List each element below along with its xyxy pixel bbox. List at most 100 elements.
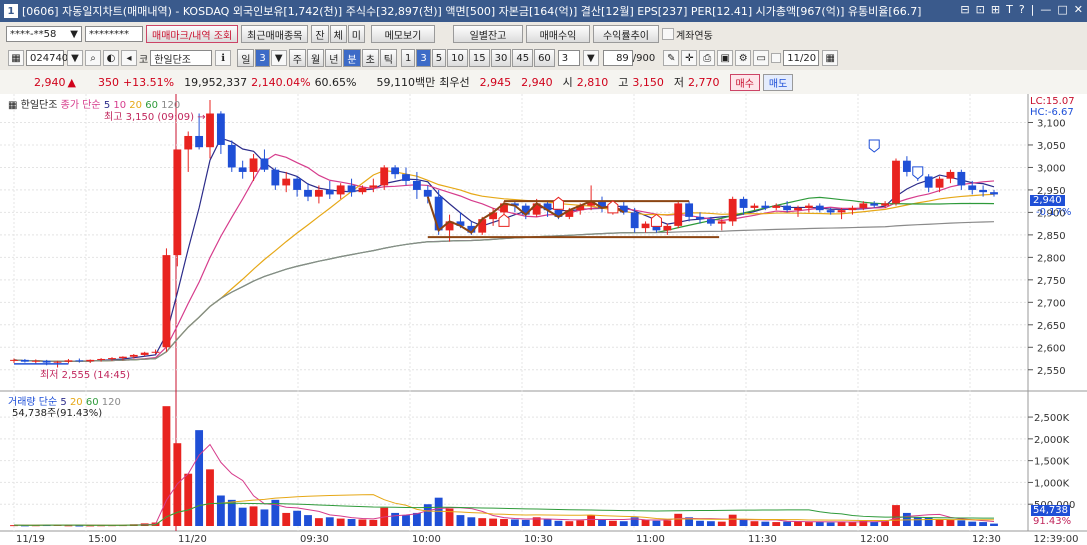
open-label: 시 xyxy=(562,76,573,89)
print-icon[interactable]: ⎙ xyxy=(699,50,716,66)
account-link-checkbox[interactable] xyxy=(661,28,674,40)
unexecuted-button[interactable]: 미 xyxy=(347,25,365,43)
candle-body xyxy=(761,205,770,208)
drawing-tool-icon[interactable]: ✎ xyxy=(663,50,680,66)
candle-body xyxy=(249,158,258,172)
info-icon[interactable]: ℹ xyxy=(215,50,232,66)
account-link-label: 계좌연동 xyxy=(675,30,713,42)
date-range-icon[interactable]: ▭ xyxy=(753,50,770,66)
buy-button[interactable]: 매수 xyxy=(729,73,760,91)
candle-body xyxy=(358,187,367,193)
period-second[interactable]: 초 xyxy=(361,49,379,67)
candle-body xyxy=(848,207,857,211)
candle-body xyxy=(391,167,400,175)
chart-menu-icon[interactable]: ▦ xyxy=(8,50,24,66)
price-tick-label: 3,000 xyxy=(1037,163,1066,174)
layout-icon[interactable]: ⊟ xyxy=(960,3,969,16)
candle-body xyxy=(837,210,846,213)
x-axis-label: 12:30 xyxy=(972,534,1001,545)
period-minute[interactable]: 분 xyxy=(343,49,361,67)
last-price-badge: 2,940 xyxy=(1030,195,1065,206)
candle-body xyxy=(739,198,748,208)
interval-input[interactable]: 3 xyxy=(557,50,580,66)
volume-bar xyxy=(848,522,857,526)
candle-body xyxy=(64,360,73,362)
interval-dropdown-icon[interactable]: ▼ xyxy=(582,50,599,66)
low-price: 2,770 xyxy=(688,75,720,89)
font-icon[interactable]: T xyxy=(1006,3,1013,16)
candle-body xyxy=(434,196,443,231)
period-year[interactable]: 년 xyxy=(325,49,343,67)
up-arrow-icon: ▲ xyxy=(67,75,76,89)
minute-10[interactable]: 10 xyxy=(447,49,468,67)
volume-bar xyxy=(924,517,933,526)
maximize-icon[interactable]: □ xyxy=(1057,3,1067,16)
volume-value: 19,952,337 xyxy=(184,75,248,89)
daily-balance-button[interactable]: 일별잔고 xyxy=(452,25,523,43)
period-dropdown-icon[interactable]: ▼ xyxy=(270,50,287,66)
volume-bar xyxy=(935,519,944,526)
volume-bar xyxy=(619,521,628,526)
candle-body xyxy=(946,171,955,179)
period-day-count[interactable]: 3 xyxy=(255,49,270,67)
candle-body xyxy=(227,144,236,168)
profit-rate-button[interactable]: 수익률추이 xyxy=(592,25,659,43)
password-field[interactable]: ******** xyxy=(85,26,143,42)
separator-icon: | xyxy=(1030,3,1035,16)
candle-body xyxy=(990,192,998,195)
stock-code-input[interactable]: 024740 xyxy=(26,50,68,66)
volume-bar xyxy=(227,499,236,526)
candle-body xyxy=(826,210,835,213)
x-axis-label: 09:30 xyxy=(300,534,329,545)
period-day[interactable]: 일 xyxy=(237,49,255,67)
date-input[interactable]: 11/20 xyxy=(783,50,820,66)
range-input[interactable]: 89 xyxy=(602,50,633,66)
price-tick-label: 2,600 xyxy=(1037,343,1066,354)
balance-button[interactable]: 잔 xyxy=(311,25,329,43)
minute-3[interactable]: 3 xyxy=(416,49,431,67)
volume-bar xyxy=(314,518,323,526)
account-select[interactable]: ****-**58 ▼ xyxy=(6,26,82,42)
dropdown-icon[interactable]: ▼ xyxy=(67,50,83,66)
candle-body xyxy=(641,223,650,229)
trade-mark-button[interactable]: 매매마크/내역 조회 xyxy=(146,25,239,43)
help-icon[interactable]: ? xyxy=(1019,3,1025,16)
search-icon[interactable]: ⌕ xyxy=(85,50,101,66)
volume-bar xyxy=(282,512,291,526)
memo-button[interactable]: 메모보기 xyxy=(370,25,435,43)
speaker-icon[interactable]: ◐ xyxy=(103,50,119,66)
restore-icon[interactable]: ⊡ xyxy=(976,3,985,16)
minute-5[interactable]: 5 xyxy=(431,49,447,67)
period-tick[interactable]: 틱 xyxy=(379,49,397,67)
recent-stock-button[interactable]: 최근매매종목 xyxy=(241,25,309,43)
minute-60[interactable]: 60 xyxy=(534,49,555,67)
candle-body xyxy=(859,203,868,208)
save-icon[interactable]: ▣ xyxy=(717,50,734,66)
volume-bar xyxy=(500,519,508,526)
minute-1[interactable]: 1 xyxy=(401,49,416,67)
period-month[interactable]: 월 xyxy=(306,49,325,67)
crosshair-icon[interactable]: ✛ xyxy=(681,50,698,66)
stock-chart[interactable]: 3,1003,0503,0002,9502,9002,8502,8002,750… xyxy=(0,94,1087,545)
minute-45[interactable]: 45 xyxy=(512,49,534,67)
close-icon[interactable]: ✕ xyxy=(1074,3,1083,16)
trade-amount: 59,110백만 xyxy=(376,76,436,89)
executed-button[interactable]: 체 xyxy=(329,25,347,43)
best-quote-label: 최우선 xyxy=(439,76,470,89)
grid-icon[interactable]: ⊞ xyxy=(991,3,1000,16)
date-checkbox[interactable] xyxy=(771,53,782,63)
volume-tick-label: 2,500K xyxy=(1034,413,1070,424)
prev-next-icon[interactable]: ◂ xyxy=(121,50,137,66)
stock-name-field[interactable]: 한일단조 xyxy=(150,50,213,66)
x-axis-label: 12:00 xyxy=(860,534,889,545)
calendar-icon[interactable]: ▦ xyxy=(822,50,839,66)
vol-ma120-legend: 120 xyxy=(101,397,121,408)
range-total: /900 xyxy=(632,52,656,64)
sell-button[interactable]: 매도 xyxy=(762,73,794,91)
settings-icon[interactable]: ⚙ xyxy=(735,50,752,66)
period-week[interactable]: 주 xyxy=(288,49,306,67)
minute-15[interactable]: 15 xyxy=(468,49,490,67)
minimize-icon[interactable]: — xyxy=(1040,3,1051,16)
minute-30[interactable]: 30 xyxy=(490,49,512,67)
trade-profit-button[interactable]: 매매수익 xyxy=(525,25,590,43)
